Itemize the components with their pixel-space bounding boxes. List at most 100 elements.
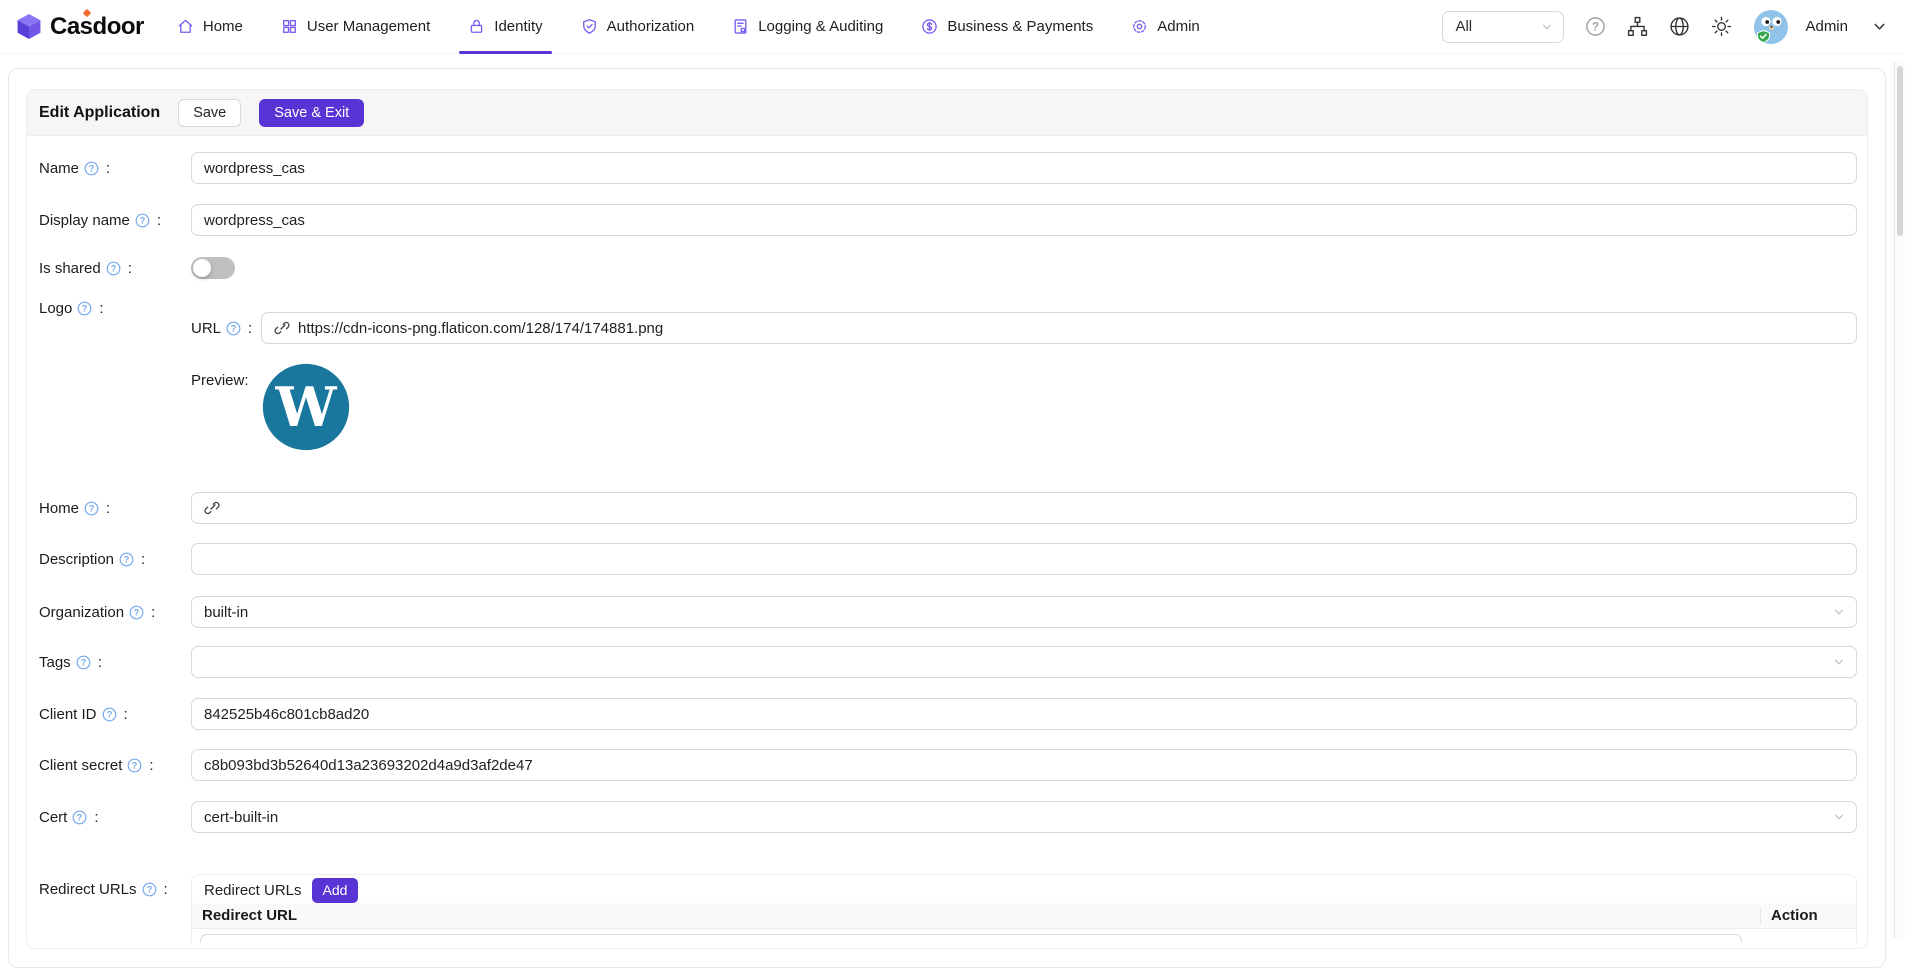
save-button[interactable]: Save (178, 99, 241, 127)
content-wrapper: Edit Application Save Save & Exit Name ?… (8, 68, 1886, 968)
help-icon[interactable]: ? (84, 161, 99, 176)
svg-text:?: ? (89, 163, 95, 173)
tags-select[interactable] (191, 646, 1857, 678)
svg-text:?: ? (77, 812, 83, 822)
svg-text:?: ? (134, 607, 140, 617)
redirect-urls-table: Redirect URLs Add Redirect URL Action (191, 874, 1857, 943)
nav-item-user-management[interactable]: User Management (262, 0, 449, 54)
user-management-icon (281, 18, 298, 35)
nav-item-business-payments[interactable]: Business & Payments (902, 0, 1112, 54)
gear-icon (1131, 18, 1148, 35)
brand-name: Casdoor (50, 13, 144, 41)
svg-text:?: ? (110, 263, 116, 273)
save-exit-button[interactable]: Save & Exit (259, 99, 364, 127)
redirect-urls-table-header: Redirect URL Action (192, 903, 1856, 929)
account-dropdown[interactable]: Admin (1753, 9, 1887, 45)
client-id-field-row: Client ID ? : (39, 698, 1857, 730)
svg-text:W: W (274, 375, 337, 439)
help-icon[interactable]: ? (106, 261, 121, 276)
dollar-icon (921, 18, 938, 35)
logo-field-row: Logo ? : URL ? : (39, 296, 1857, 452)
help-icon[interactable]: ? (129, 605, 144, 620)
avatar (1753, 9, 1789, 45)
is-shared-label: Is shared ? : (39, 260, 191, 277)
help-icon[interactable]: ? (135, 213, 150, 228)
svg-text:?: ? (106, 709, 112, 719)
name-label: Name ? : (39, 160, 191, 177)
navbar-right-group: All ? (1442, 9, 1887, 45)
page-title: Edit Application (39, 104, 160, 122)
logo-label: Logo ? : (39, 296, 191, 317)
is-shared-field-row: Is shared ? : (39, 257, 1857, 279)
scrollbar-thumb[interactable] (1897, 66, 1903, 236)
chevron-down-icon (1833, 606, 1845, 618)
help-icon[interactable]: ? (127, 758, 142, 773)
logo-url-row: URL ? : (191, 312, 1857, 344)
help-icon[interactable]: ? (119, 552, 134, 567)
audit-icon (732, 18, 749, 35)
organization-select[interactable]: built-in (191, 596, 1857, 628)
column-header-redirect-url: Redirect URL (192, 907, 1760, 924)
help-icon[interactable]: ? (142, 882, 157, 897)
help-icon[interactable]: ? (72, 810, 87, 825)
main-menu: Home User Management Identity Authorizat… (158, 0, 1219, 54)
display-name-input[interactable] (191, 204, 1857, 236)
svg-text:?: ? (132, 760, 138, 770)
chevron-down-icon (1541, 21, 1553, 33)
nav-item-home[interactable]: Home (158, 0, 262, 54)
logo-preview-label: Preview: (191, 362, 261, 389)
redirect-urls-field-row: Redirect URLs ? : Redirect URLs Add Redi… (39, 854, 1857, 943)
name-input[interactable] (191, 152, 1857, 184)
help-icon[interactable]: ? (77, 301, 92, 316)
is-shared-toggle[interactable] (191, 257, 235, 279)
organization-filter-select[interactable]: All (1442, 11, 1564, 43)
sitemap-button[interactable] (1627, 16, 1648, 37)
description-input[interactable] (191, 543, 1857, 575)
display-name-field-row: Display name ? : (39, 204, 1857, 236)
nav-item-identity[interactable]: Identity (449, 0, 561, 54)
language-button[interactable] (1669, 16, 1690, 37)
globe-icon (1669, 16, 1690, 37)
display-name-label: Display name ? : (39, 212, 191, 229)
help-icon[interactable]: ? (76, 655, 91, 670)
client-secret-label: Client secret ? : (39, 757, 191, 774)
client-id-label: Client ID ? : (39, 706, 191, 723)
nav-item-admin[interactable]: Admin (1112, 0, 1219, 54)
help-icon[interactable]: ? (84, 501, 99, 516)
help-icon[interactable]: ? (102, 707, 117, 722)
cert-select[interactable]: cert-built-in (191, 801, 1857, 833)
column-header-action: Action (1760, 907, 1856, 924)
account-name: Admin (1805, 18, 1848, 35)
redirect-urls-label: Redirect URLs ? : (39, 854, 191, 898)
help-icon[interactable]: ? (226, 321, 241, 336)
add-redirect-url-button[interactable]: Add (312, 878, 359, 903)
chevron-down-icon (1833, 811, 1845, 823)
client-secret-input[interactable] (191, 749, 1857, 781)
home-label: Home ? : (39, 500, 191, 517)
theme-toggle-button[interactable] (1711, 16, 1732, 37)
logo-url-input[interactable] (298, 320, 1844, 337)
name-field-row: Name ? : (39, 152, 1857, 184)
form-body: Name ? : Display name ? : (27, 152, 1867, 943)
sun-icon (1711, 16, 1732, 37)
cert-field-row: Cert ? : cert-built-in (39, 801, 1857, 833)
tags-label: Tags ? : (39, 654, 191, 671)
nav-item-authorization[interactable]: Authorization (562, 0, 714, 54)
client-id-input[interactable] (191, 698, 1857, 730)
identity-lock-icon (468, 18, 485, 35)
home-input[interactable] (228, 500, 1844, 517)
card-header: Edit Application Save Save & Exit (27, 90, 1867, 136)
brand-logo[interactable]: Casdoor (16, 13, 144, 41)
link-icon (204, 500, 220, 516)
tags-field-row: Tags ? : (39, 646, 1857, 678)
svg-text:?: ? (231, 323, 237, 333)
link-icon (274, 320, 290, 336)
sitemap-icon (1627, 16, 1648, 37)
casdoor-cube-icon (16, 13, 42, 40)
help-button[interactable]: ? (1585, 16, 1606, 37)
nav-item-logging-auditing[interactable]: Logging & Auditing (713, 0, 902, 54)
vertical-scrollbar (1894, 62, 1905, 938)
logo-preview-row: Preview: W (191, 362, 1857, 452)
redirect-url-input[interactable] (200, 934, 1742, 943)
top-navbar: Casdoor Home User Management Identity Au… (0, 0, 1905, 54)
